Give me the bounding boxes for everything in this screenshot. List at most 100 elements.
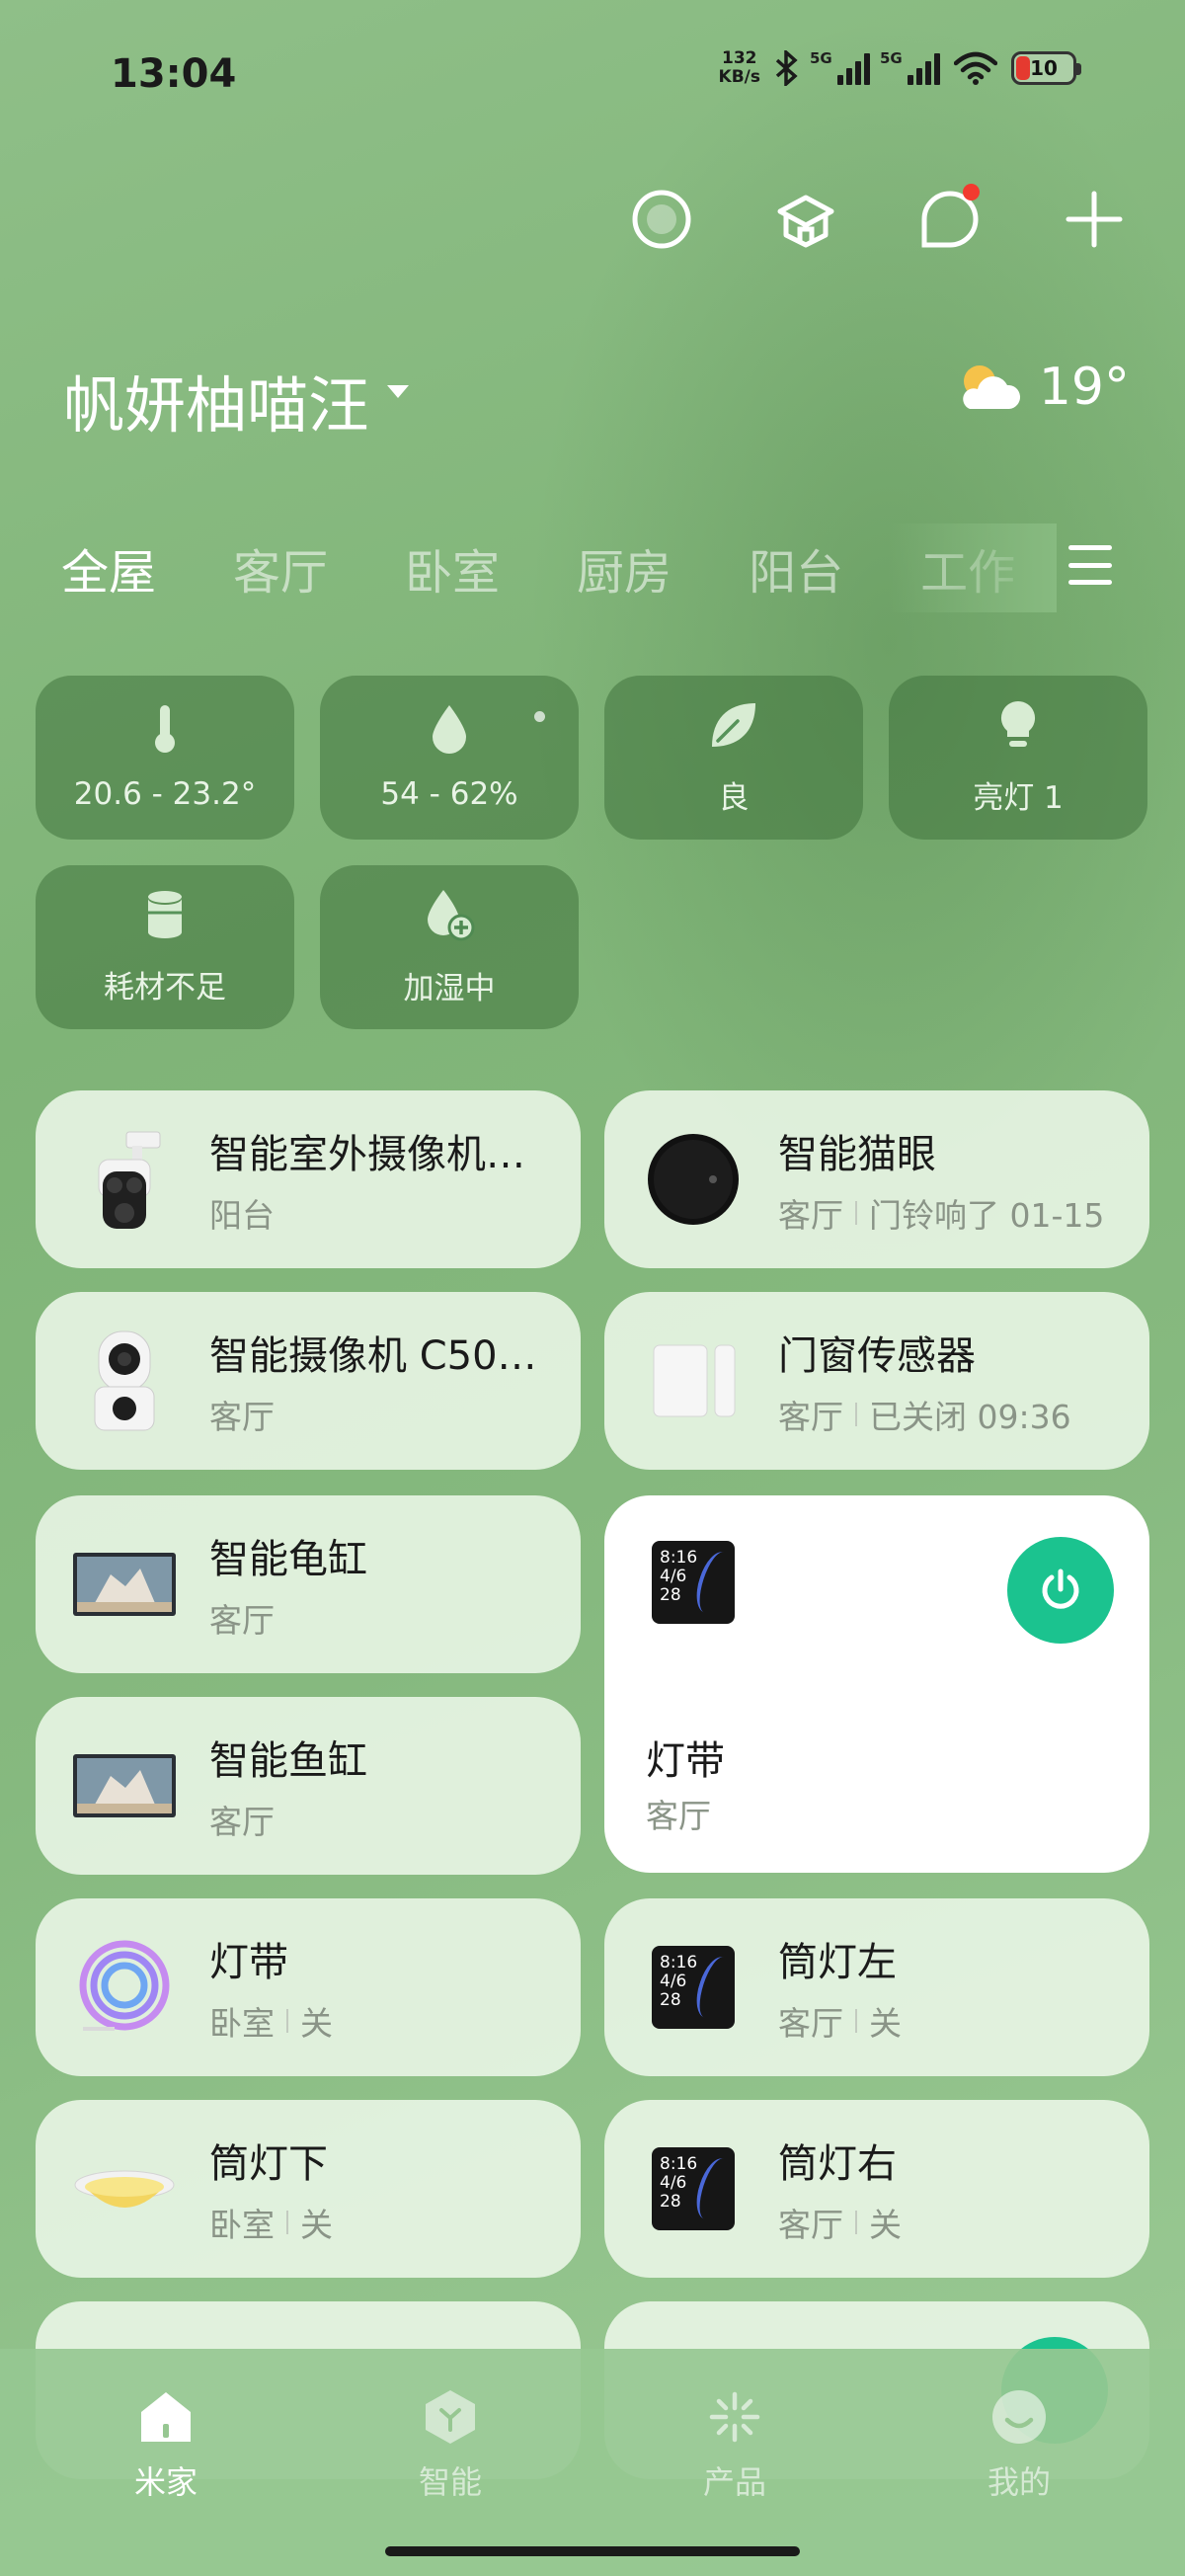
device-name: 智能摄像机 C50… xyxy=(209,1333,537,1379)
weather-temperature: 19° xyxy=(1038,358,1130,417)
camera-c50-image xyxy=(71,1328,178,1434)
light-panel-image: 8:16 4/6 28 xyxy=(640,1934,747,2041)
device-status: 卧室关 xyxy=(209,2206,333,2244)
tabs-fade xyxy=(889,523,1057,612)
circle-button[interactable] xyxy=(630,188,693,251)
light-panel-icon: 8:16 4/6 28 xyxy=(652,1541,735,1624)
wifi-icon xyxy=(954,51,997,85)
sparkle-icon xyxy=(709,2391,760,2443)
light-strip-image xyxy=(71,1934,178,2041)
power-icon xyxy=(1042,1569,1079,1609)
tab-living-room[interactable]: 客厅 xyxy=(233,533,328,612)
plus-icon xyxy=(1066,191,1123,248)
stat-air-quality[interactable]: 良 xyxy=(604,676,863,840)
device-card-downlight-bottom[interactable]: 筒灯下 卧室关 xyxy=(36,2100,581,2278)
status-bar: 13:04 132 KB/s 5G 5G 10 xyxy=(0,0,1185,148)
light-panel-icon: 8:16 4/6 28 xyxy=(652,1946,735,2029)
tab-kitchen[interactable]: 厨房 xyxy=(577,533,672,612)
nav-home[interactable]: 米家 xyxy=(67,2388,265,2503)
home-icon xyxy=(141,2392,191,2442)
device-status: 客厅 门铃响了 01-15 xyxy=(778,1196,1105,1235)
tab-bedroom[interactable]: 卧室 xyxy=(405,533,500,612)
status-icons: 132 KB/s 5G 5G 10 xyxy=(718,48,1081,87)
smart-hexagon-icon xyxy=(426,2390,475,2444)
device-card-downlight-right[interactable]: 8:16 4/6 28 筒灯右 客厅关 xyxy=(604,2100,1149,2278)
humidify-icon xyxy=(428,889,475,940)
battery-icon: 10 xyxy=(1011,51,1081,85)
device-card-downlight-left[interactable]: 8:16 4/6 28 筒灯左 客厅关 xyxy=(604,1898,1149,2076)
device-name: 门窗传感器 xyxy=(778,1333,976,1379)
light-panel-image: 8:16 4/6 28 xyxy=(640,2135,747,2242)
network-speed: 132 KB/s xyxy=(718,48,760,87)
device-card-outdoor-camera[interactable]: 智能室外摄像机… 阳台 xyxy=(36,1090,581,1268)
stat-temperature[interactable]: 20.6 - 23.2° xyxy=(36,676,294,840)
device-room: 客厅 xyxy=(646,1797,711,1835)
top-actions xyxy=(630,184,1126,251)
device-card-light-strip-living[interactable]: 8:16 4/6 28 灯带 客厅 xyxy=(604,1495,1149,1873)
device-status: 卧室关 xyxy=(209,2004,333,2043)
bulb-icon xyxy=(1000,700,1036,747)
device-card-camera-c50[interactable]: 智能摄像机 C50… 客厅 xyxy=(36,1292,581,1470)
device-name: 智能猫眼 xyxy=(778,1132,936,1177)
device-room: 客厅 xyxy=(209,1398,275,1436)
downlight-image xyxy=(71,2135,178,2242)
circle-icon xyxy=(632,190,691,249)
device-card-smart-peephole[interactable]: 智能猫眼 客厅 门铃响了 01-15 xyxy=(604,1090,1149,1268)
device-name: 筒灯下 xyxy=(209,2141,328,2187)
light-panel-icon: 8:16 4/6 28 xyxy=(652,2147,735,2230)
device-name: 智能龟缸 xyxy=(209,1537,367,1582)
device-name: 智能鱼缸 xyxy=(209,1738,367,1784)
nav-products[interactable]: 产品 xyxy=(636,2388,833,2503)
add-button[interactable] xyxy=(1063,188,1126,251)
smart-peephole-image xyxy=(640,1126,747,1233)
device-card-turtle-tank[interactable]: 智能龟缸 客厅 xyxy=(36,1495,581,1673)
chevron-down-icon[interactable] xyxy=(387,385,409,398)
tab-whole-house[interactable]: 全屋 xyxy=(61,533,156,612)
device-name: 灯带 xyxy=(646,1738,725,1784)
outdoor-camera-image xyxy=(71,1126,178,1233)
device-card-door-sensor[interactable]: 门窗传感器 客厅 已关闭 09:36 xyxy=(604,1292,1149,1470)
room-menu-button[interactable] xyxy=(1068,545,1112,585)
device-room: 阳台 xyxy=(209,1196,275,1235)
house-cube-icon xyxy=(777,195,834,248)
leaf-icon xyxy=(712,702,755,747)
device-card-light-strip-bedroom[interactable]: 灯带 卧室关 xyxy=(36,1898,581,2076)
power-button[interactable] xyxy=(1007,1537,1114,1644)
stat-humidifier[interactable]: 加湿中 xyxy=(320,865,579,1029)
device-status: 客厅关 xyxy=(778,2206,902,2244)
tab-balcony[interactable]: 阳台 xyxy=(749,533,843,612)
weather-widget[interactable]: 19° xyxy=(954,358,1130,417)
smile-face-icon xyxy=(992,2390,1046,2444)
device-card-fish-tank[interactable]: 智能鱼缸 客厅 xyxy=(36,1697,581,1875)
home-selector[interactable]: 帆妍柚喵汪 xyxy=(63,356,369,444)
device-name: 筒灯左 xyxy=(778,1940,897,1985)
fish-tank-image xyxy=(71,1732,178,1839)
status-time: 13:04 xyxy=(111,51,237,97)
notification-dot xyxy=(963,184,980,201)
bottom-nav: 米家 智能 产品 我的 xyxy=(0,2349,1185,2576)
stat-consumables[interactable]: 耗材不足 xyxy=(36,865,294,1029)
device-name: 灯带 xyxy=(209,1940,288,1985)
turtle-tank-image xyxy=(71,1531,178,1638)
device-name: 筒灯右 xyxy=(778,2141,897,2187)
nav-smart[interactable]: 智能 xyxy=(352,2388,549,2503)
thermometer-icon xyxy=(155,705,175,753)
update-dot xyxy=(534,711,545,722)
stat-lights[interactable]: 亮灯 1 xyxy=(889,676,1147,840)
droplet-icon xyxy=(433,705,466,754)
device-room: 客厅 xyxy=(209,1601,275,1640)
home-indicator xyxy=(385,2546,800,2556)
signal-sim2-icon: 5G xyxy=(880,49,940,85)
partly-cloudy-icon xyxy=(963,365,1020,409)
stat-humidity[interactable]: 54 - 62% xyxy=(320,676,579,840)
device-name: 智能室外摄像机… xyxy=(209,1132,525,1177)
messages-button[interactable] xyxy=(918,184,982,251)
home-manage-button[interactable] xyxy=(774,188,837,251)
door-sensor-image xyxy=(640,1328,747,1434)
nav-profile[interactable]: 我的 xyxy=(920,2388,1118,2503)
bluetooth-icon xyxy=(775,50,798,86)
device-room: 客厅 xyxy=(209,1803,275,1841)
device-status: 客厅 已关闭 09:36 xyxy=(778,1398,1071,1436)
filter-icon xyxy=(148,890,182,938)
signal-sim1-icon: 5G xyxy=(810,49,870,85)
